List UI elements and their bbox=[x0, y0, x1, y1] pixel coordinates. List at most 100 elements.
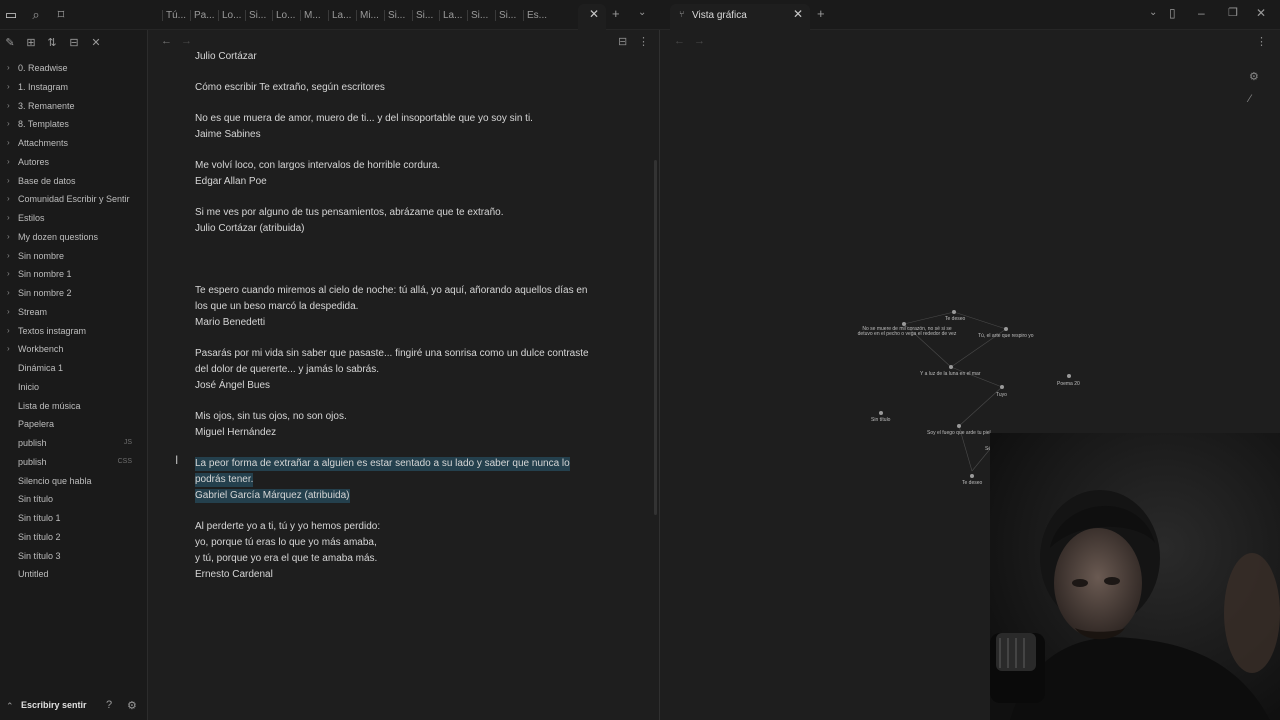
chevron-right-icon[interactable]: › bbox=[7, 284, 10, 302]
graph-node-label[interactable]: Tú, el arte que respiro yo bbox=[978, 333, 1034, 339]
graph-node-label[interactable]: Tuyo bbox=[996, 392, 1007, 398]
chevron-right-icon[interactable]: › bbox=[7, 97, 10, 115]
graph-node-label[interactable]: Y a luz de la luna en el mar bbox=[920, 371, 981, 377]
tab-item[interactable]: Tú... bbox=[166, 10, 188, 26]
note-line[interactable]: Cómo escribir Te extraño, según escritor… bbox=[195, 81, 385, 95]
chevron-right-icon[interactable]: › bbox=[7, 209, 10, 227]
file-item[interactable]: Lista de música bbox=[0, 397, 148, 415]
folder-item[interactable]: › Estilos bbox=[0, 209, 148, 227]
markdown-editor[interactable]: ← → ⊟ ⋮ Julio Cortázar Cómo escribir Te e… bbox=[149, 30, 659, 720]
chevron-right-icon[interactable]: › bbox=[7, 322, 10, 340]
chevron-right-icon[interactable]: › bbox=[7, 115, 10, 133]
note-line[interactable]: del dolor de quererte... y jamás lo sabr… bbox=[195, 363, 379, 377]
folder-item[interactable]: › 0. Readwise bbox=[0, 59, 148, 77]
note-line[interactable]: Gabriel García Márquez (atribuida) bbox=[195, 489, 350, 503]
folder-item[interactable]: › Base de datos bbox=[0, 172, 148, 190]
search-icon[interactable]: ⌕ bbox=[27, 6, 45, 24]
back-arrow-icon[interactable]: ← bbox=[161, 35, 172, 47]
folder-item[interactable]: › Sin nombre 1 bbox=[0, 265, 148, 283]
file-item[interactable]: Sin título 3 bbox=[0, 547, 148, 565]
tab-item[interactable]: La... bbox=[443, 10, 465, 26]
graph-new-tab-icon[interactable]: + bbox=[817, 6, 825, 22]
vault-switcher[interactable]: ⌃ Escribiry sentir ? ⚙ bbox=[0, 694, 148, 720]
graph-node-label[interactable]: No se muere de mil corazón, no sé si se … bbox=[857, 327, 957, 337]
tab-item[interactable]: La... bbox=[332, 10, 354, 26]
note-line[interactable]: No es que muera de amor, muero de ti... … bbox=[195, 112, 533, 126]
vault-name[interactable]: Escribiry sentir bbox=[21, 700, 87, 710]
settings-gear-icon[interactable]: ⚙ bbox=[127, 699, 137, 712]
sort-icon[interactable]: ⇅ bbox=[45, 36, 59, 50]
folder-item[interactable]: › Stream bbox=[0, 303, 148, 321]
bookmark-icon[interactable]: ⌑ bbox=[52, 6, 70, 24]
graph-node-label[interactable]: Te deseo bbox=[945, 316, 965, 322]
chevron-right-icon[interactable]: › bbox=[7, 303, 10, 321]
file-item[interactable]: Untitled bbox=[0, 565, 148, 583]
tab-item[interactable]: Si... bbox=[416, 10, 438, 26]
vault-chevron-icon[interactable]: ⌃ bbox=[6, 701, 14, 712]
tab-close-icon[interactable]: ✕ bbox=[589, 7, 599, 23]
tab-item[interactable]: Si... bbox=[471, 10, 493, 26]
collapse-all-icon[interactable]: ⊟ bbox=[67, 36, 81, 50]
chevron-right-icon[interactable]: › bbox=[7, 228, 10, 246]
graph-tab-close-icon[interactable]: ✕ bbox=[793, 7, 803, 23]
graph-node-label[interactable]: Soy el fuego que arde tu piel bbox=[927, 430, 991, 436]
tab-list-chevron-icon-right[interactable]: ⌄ bbox=[1149, 7, 1157, 23]
file-item[interactable]: Sin título bbox=[0, 490, 148, 508]
note-line[interactable]: Pasarás por mi vida sin saber que pasast… bbox=[195, 347, 589, 361]
folder-item[interactable]: › Autores bbox=[0, 153, 148, 171]
note-line[interactable]: Si me ves por alguno de tus pensamientos… bbox=[195, 206, 504, 220]
folder-item[interactable]: › Comunidad Escribir y Sentir bbox=[0, 190, 148, 208]
chevron-right-icon[interactable]: › bbox=[7, 247, 10, 265]
graph-tab-label[interactable]: Vista gráfica bbox=[692, 10, 747, 26]
chevron-right-icon[interactable]: › bbox=[7, 265, 10, 283]
note-line[interactable]: Julio Cortázar bbox=[195, 50, 257, 64]
tab-item[interactable]: M... bbox=[304, 10, 326, 26]
note-line[interactable]: Mario Benedetti bbox=[195, 316, 265, 330]
note-line[interactable]: Al perderte yo a ti, tú y yo hemos perdi… bbox=[195, 520, 380, 534]
more-options-icon[interactable]: ⋮ bbox=[638, 35, 649, 48]
note-line[interactable]: podrás tener. bbox=[195, 473, 254, 487]
close-panel-icon[interactable]: ✕ bbox=[89, 36, 103, 50]
note-line[interactable]: yo, porque tú eras lo que yo más amaba, bbox=[195, 536, 377, 550]
file-item[interactable]: Sin título 2 bbox=[0, 528, 148, 546]
new-note-icon[interactable]: ✎ bbox=[3, 36, 17, 50]
file-item[interactable]: publish CSS bbox=[0, 453, 148, 471]
note-line[interactable]: Miguel Hernández bbox=[195, 426, 276, 440]
folder-item[interactable]: › 8. Templates bbox=[0, 115, 148, 133]
graph-node-label[interactable]: Sin título bbox=[871, 417, 890, 423]
folder-item[interactable]: › Sin nombre 2 bbox=[0, 284, 148, 302]
folder-item[interactable]: › My dozen questions bbox=[0, 228, 148, 246]
tab-item[interactable]: Es... bbox=[527, 10, 549, 26]
note-line[interactable]: Te espero cuando miremos al cielo de noc… bbox=[195, 284, 587, 298]
file-item[interactable]: publish JS bbox=[0, 434, 148, 452]
tab-item[interactable]: Pa... bbox=[194, 10, 216, 26]
note-line[interactable]: Me volví loco, con largos intervalos de … bbox=[195, 159, 440, 173]
folder-item[interactable]: › 1. Instagram bbox=[0, 78, 148, 96]
folder-item[interactable]: › Attachments bbox=[0, 134, 148, 152]
note-line[interactable]: José Ángel Bues bbox=[195, 379, 270, 393]
note-line[interactable]: Edgar Allan Poe bbox=[195, 175, 267, 189]
tab-list-chevron-icon[interactable]: ⌄ bbox=[638, 7, 646, 23]
folder-item[interactable]: › Workbench bbox=[0, 340, 148, 358]
chevron-right-icon[interactable]: › bbox=[7, 340, 10, 358]
file-item[interactable]: Sin título 1 bbox=[0, 509, 148, 527]
sidebar-toggle-icon[interactable]: ▯ bbox=[1169, 6, 1176, 22]
file-item[interactable]: Papelera bbox=[0, 415, 148, 433]
tab-item[interactable]: Lo... bbox=[222, 10, 244, 26]
note-line[interactable]: los que un beso marcó la despedida. bbox=[195, 300, 358, 314]
folder-item[interactable]: › Textos instagram bbox=[0, 322, 148, 340]
note-line[interactable]: y tú, porque yo era el que te amaba más. bbox=[195, 552, 377, 566]
reading-view-icon[interactable]: ⊟ bbox=[618, 35, 627, 48]
restore-icon[interactable]: ❐ bbox=[1228, 6, 1238, 22]
note-line[interactable]: Ernesto Cardenal bbox=[195, 568, 273, 582]
chevron-right-icon[interactable]: › bbox=[7, 190, 10, 208]
forward-arrow-icon[interactable]: → bbox=[181, 35, 192, 47]
note-line[interactable]: La peor forma de extrañar a alguien es e… bbox=[195, 457, 570, 471]
tab-item[interactable]: Lo... bbox=[276, 10, 298, 26]
editor-scrollbar[interactable] bbox=[654, 160, 657, 515]
chevron-right-icon[interactable]: › bbox=[7, 134, 10, 152]
file-item[interactable]: Silencio que habla bbox=[0, 472, 148, 490]
help-icon[interactable]: ? bbox=[106, 699, 112, 711]
chevron-right-icon[interactable]: › bbox=[7, 172, 10, 190]
note-line[interactable]: Mis ojos, sin tus ojos, no son ojos. bbox=[195, 410, 347, 424]
